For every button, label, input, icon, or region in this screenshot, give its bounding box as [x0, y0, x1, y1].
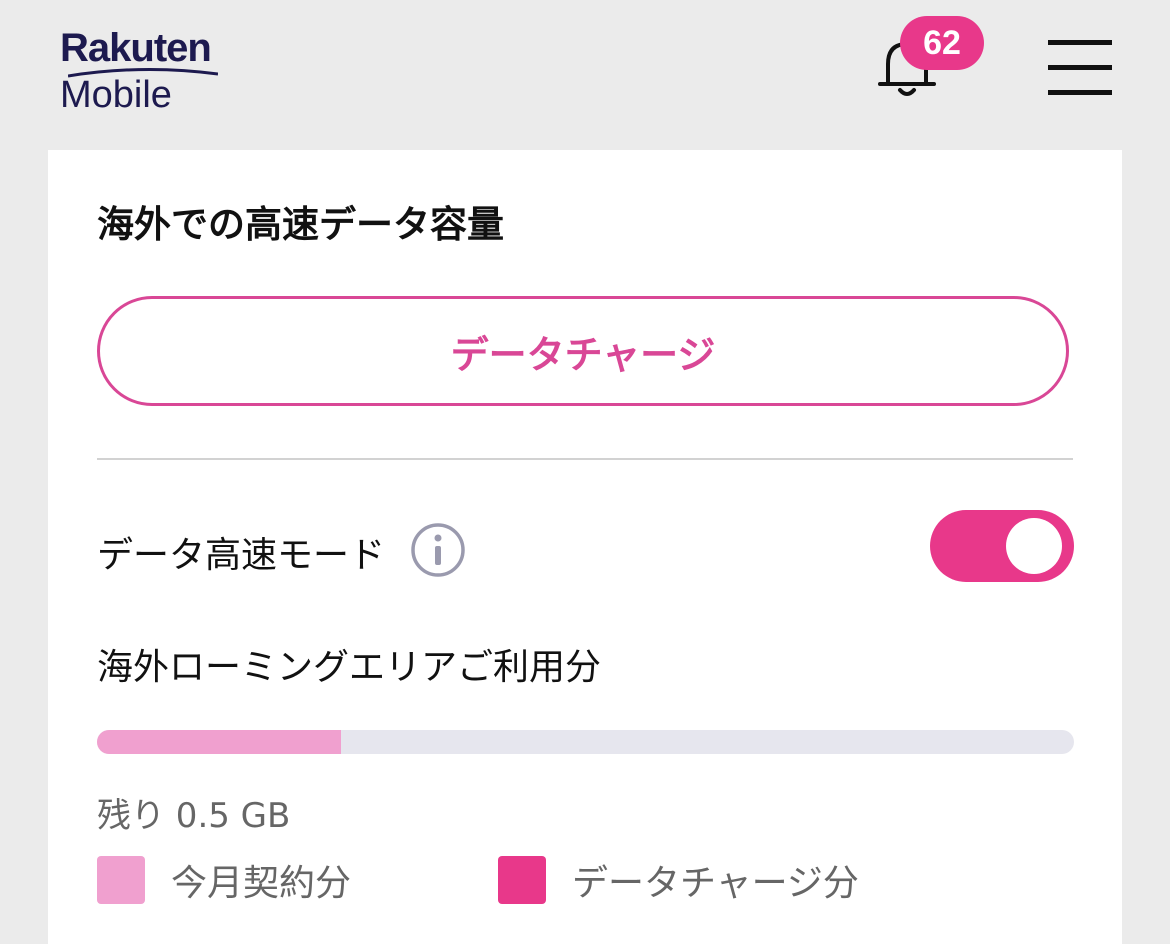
legend-swatch-data-charge: [498, 856, 546, 904]
legend-label-monthly: 今月契約分: [171, 863, 352, 904]
legend-item-monthly: 今月契約分: [97, 856, 351, 904]
logo-text-mobile: Mobile: [60, 74, 172, 116]
hamburger-menu-icon[interactable]: [1048, 40, 1112, 96]
legend-label-data-charge: データチャージ分: [572, 863, 859, 904]
high-speed-mode-toggle[interactable]: [930, 510, 1074, 582]
divider: [97, 458, 1073, 460]
rakuten-mobile-logo[interactable]: Rakuten Mobile: [60, 26, 230, 118]
card-title: 海外での高速データ容量: [97, 203, 504, 246]
roaming-usage-label: 海外ローミングエリアご利用分: [97, 647, 602, 688]
data-capacity-card: 海外での高速データ容量 データチャージ データ高速モード 海外ローミングエリアご…: [48, 150, 1122, 944]
logo-text-rakuten: Rakuten: [60, 26, 212, 70]
remaining-data-text: 残り 0.5 GB: [97, 796, 291, 836]
usage-progress-bar: [97, 730, 1074, 754]
high-speed-mode-label: データ高速モード: [97, 535, 386, 576]
notification-count-badge[interactable]: 62: [900, 16, 984, 70]
usage-progress-fill: [97, 730, 342, 754]
legend-item-data-charge: データチャージ分: [498, 856, 859, 904]
info-icon[interactable]: [410, 522, 466, 578]
data-charge-button[interactable]: データチャージ: [97, 296, 1069, 406]
toggle-knob: [1006, 518, 1062, 574]
legend-swatch-monthly: [97, 856, 145, 904]
app-header: Rakuten Mobile 62: [0, 0, 1170, 150]
